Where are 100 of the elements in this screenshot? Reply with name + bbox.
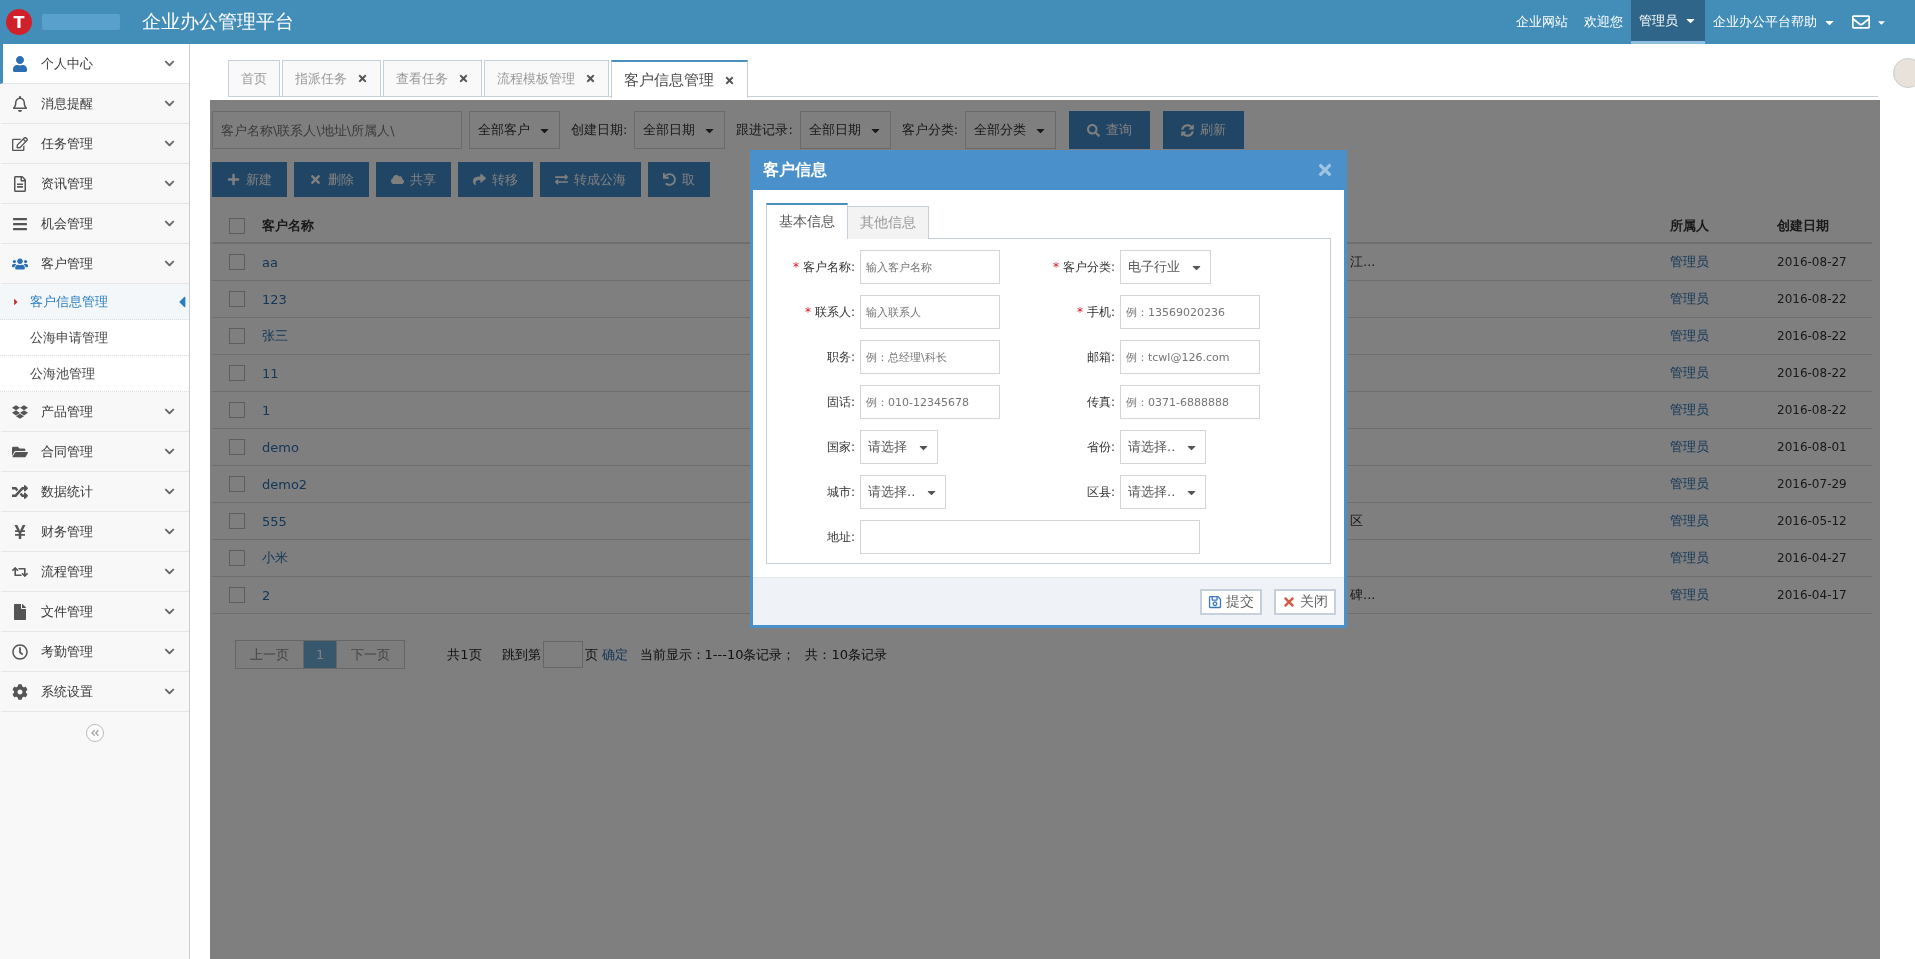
collapse-button[interactable] — [85, 724, 104, 742]
customer-link[interactable]: 11 — [262, 365, 279, 381]
chevron-icon — [164, 138, 175, 149]
checkbox[interactable] — [229, 254, 245, 270]
submenu-item[interactable]: 公海申请管理 — [0, 320, 189, 356]
tab[interactable]: 查看任务 — [383, 60, 482, 96]
close-icon[interactable] — [458, 73, 469, 84]
page-input[interactable] — [542, 641, 583, 668]
clock-icon — [12, 643, 28, 660]
checkbox[interactable] — [229, 439, 245, 455]
tab[interactable]: 指派任务 — [282, 60, 381, 96]
close-icon[interactable] — [357, 73, 368, 84]
select-field[interactable]: 请选择.. — [860, 475, 947, 509]
input-field[interactable]: 例：总经理\科长 — [860, 340, 1000, 374]
filter-button[interactable]: 查询 — [1069, 111, 1151, 149]
jump-suffix: 页 — [584, 645, 598, 664]
close-button[interactable] — [1316, 161, 1334, 179]
checkbox[interactable] — [229, 365, 245, 381]
tab[interactable]: 其他信息 — [847, 206, 929, 239]
confirm-link[interactable]: 确定 — [601, 645, 628, 664]
nav-link[interactable]: 欢迎您 — [1576, 0, 1631, 44]
customer-link[interactable]: aa — [262, 254, 278, 270]
dialog-button[interactable]: 提交 — [1200, 588, 1262, 615]
address-field[interactable] — [860, 520, 1200, 554]
tab[interactable]: 首页 — [228, 60, 280, 96]
owner-link[interactable]: 管理员 — [1670, 587, 1709, 602]
submenu-item[interactable]: 客户信息管理 — [0, 284, 189, 320]
field-label: * 手机: — [1075, 303, 1115, 321]
owner-link[interactable]: 管理员 — [1670, 254, 1709, 269]
input-field[interactable]: 输入联系人 — [860, 295, 1000, 329]
owner-link[interactable]: 管理员 — [1670, 550, 1709, 565]
toolbar-button[interactable]: 转移 — [458, 162, 533, 197]
customer-link[interactable]: demo — [262, 439, 299, 455]
page-button[interactable]: 1 — [303, 640, 338, 669]
customer-link[interactable]: 123 — [262, 291, 287, 307]
sidebar-label: 客户管理 — [41, 254, 93, 273]
close-icon[interactable] — [585, 73, 596, 84]
toolbar-button[interactable]: 新建 — [212, 162, 287, 197]
filter-select[interactable]: 全部日期 — [799, 111, 891, 149]
submenu-item[interactable]: 公海池管理 — [0, 356, 189, 392]
select-field[interactable]: 请选择.. — [1120, 475, 1207, 509]
owner-link[interactable]: 管理员 — [1670, 513, 1709, 528]
customer-link[interactable]: 小米 — [262, 550, 288, 565]
table-cell: 江... — [1350, 254, 1376, 269]
sidebar-label: 合同管理 — [41, 442, 93, 461]
filter-select[interactable]: 全部客户 — [469, 111, 560, 149]
owner-link[interactable]: 管理员 — [1670, 328, 1709, 343]
checkbox[interactable] — [229, 587, 245, 603]
search-field[interactable]: 客户名称\联系人\地址\所属人\ — [212, 111, 462, 149]
refresh-icon — [1181, 123, 1195, 137]
nav-link[interactable]: 企业办公平台帮助 — [1705, 0, 1844, 44]
checkbox[interactable] — [229, 291, 245, 307]
filter-select[interactable]: 全部分类 — [965, 111, 1057, 149]
customer-link[interactable]: 1 — [262, 402, 271, 418]
toolbar-button[interactable]: 转成公海 — [540, 162, 641, 197]
checkbox[interactable] — [229, 217, 245, 234]
owner-link[interactable]: 管理员 — [1670, 365, 1709, 380]
owner-link[interactable]: 管理员 — [1670, 291, 1709, 306]
nav-link[interactable]: 管理员 — [1631, 0, 1705, 44]
owner-link[interactable]: 管理员 — [1670, 439, 1709, 454]
sidebar-label: 数据统计 — [41, 482, 93, 501]
checkbox[interactable] — [229, 476, 245, 492]
chevron-icon — [164, 606, 175, 617]
checkbox[interactable] — [229, 513, 245, 529]
select-field[interactable]: 请选择 — [860, 430, 938, 464]
sidebar-item[interactable]: 个人中心 — [0, 44, 189, 84]
sidebar-label: 资讯管理 — [41, 174, 93, 193]
toolbar-button[interactable]: 删除 — [294, 162, 369, 197]
customer-link[interactable]: demo2 — [262, 476, 308, 492]
avatar-icon[interactable] — [1893, 58, 1915, 88]
owner-link[interactable]: 管理员 — [1670, 402, 1709, 417]
nav-link[interactable]: 企业网站 — [1508, 0, 1576, 44]
input-field[interactable]: 例：13569020236 — [1120, 295, 1260, 329]
tab[interactable]: 基本信息 — [766, 203, 848, 239]
filter-button[interactable]: 刷新 — [1163, 111, 1245, 149]
checkbox[interactable] — [229, 402, 245, 418]
filter-select[interactable]: 全部日期 — [634, 111, 726, 149]
select-field[interactable]: 请选择.. — [1120, 430, 1207, 464]
checkbox[interactable] — [229, 328, 245, 344]
customer-link[interactable]: 2 — [262, 587, 271, 603]
input-field[interactable]: 例：0371-6888888 — [1120, 385, 1260, 419]
checkbox[interactable] — [229, 550, 245, 566]
table-cell: 碑... — [1350, 587, 1376, 602]
toolbar-button[interactable]: 取 — [648, 162, 710, 197]
filter-label: 客户分类: — [901, 121, 959, 139]
close-icon[interactable] — [724, 74, 735, 86]
customer-link[interactable]: 555 — [262, 513, 287, 529]
input-field[interactable]: 输入客户名称 — [860, 250, 1000, 284]
customer-link[interactable]: 张三 — [262, 328, 288, 343]
toolbar-button[interactable]: 共享 — [376, 162, 451, 197]
input-field[interactable]: 例：010-12345678 — [860, 385, 1000, 419]
owner-link[interactable]: 管理员 — [1670, 476, 1709, 491]
column-header: 所属人 — [1670, 216, 1710, 235]
input-field[interactable]: 例：tcwl@126.com — [1120, 340, 1260, 374]
tab[interactable]: 流程模板管理 — [484, 60, 609, 96]
tab[interactable]: 客户信息管理 — [611, 60, 748, 98]
chevron-icon — [164, 58, 175, 69]
select-field[interactable]: 电子行业 — [1120, 250, 1211, 284]
dialog-button[interactable]: 关闭 — [1274, 588, 1336, 615]
chevron-icon — [164, 446, 175, 457]
